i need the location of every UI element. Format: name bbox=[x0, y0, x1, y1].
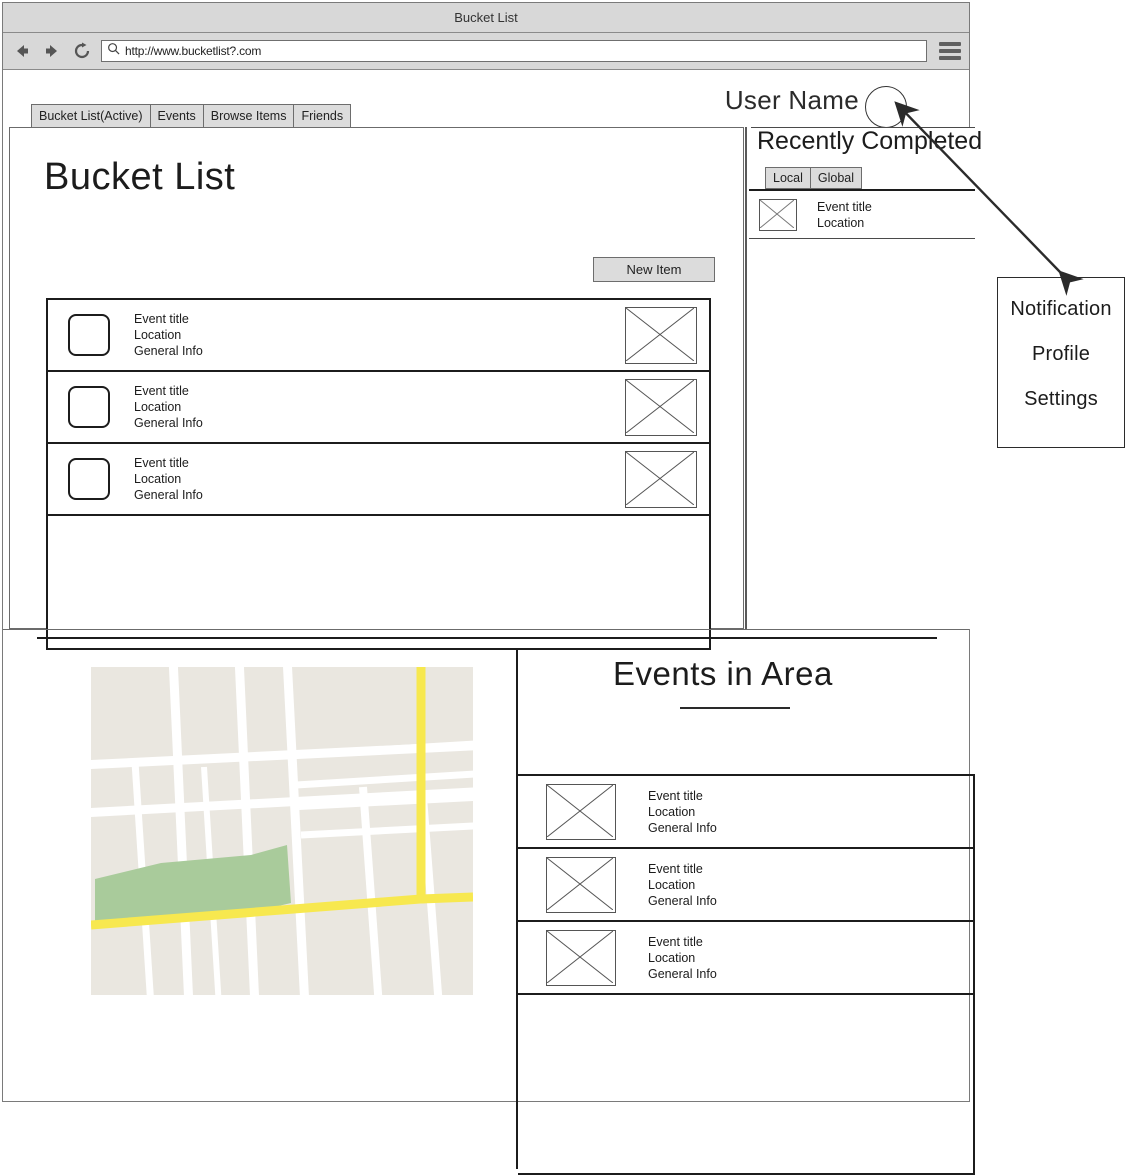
tab-global[interactable]: Global bbox=[809, 167, 863, 189]
user-menu-dropdown: Notification Profile Settings bbox=[997, 277, 1125, 448]
event-location: Location bbox=[134, 400, 182, 414]
row-text: Event title Location General Info bbox=[134, 311, 625, 359]
image-placeholder-icon bbox=[625, 450, 697, 508]
recently-completed-list: Event title Location bbox=[749, 189, 975, 239]
list-item-text: Event title Location General Info bbox=[648, 788, 717, 836]
event-info: General Info bbox=[648, 966, 717, 981]
menu-item-notification[interactable]: Notification bbox=[998, 298, 1124, 321]
event-location: Location bbox=[134, 328, 182, 342]
image-placeholder-icon bbox=[759, 198, 797, 231]
map-view[interactable] bbox=[91, 667, 473, 995]
event-title: Event title bbox=[648, 788, 703, 803]
checkbox-icon[interactable] bbox=[68, 314, 110, 356]
page-title: Bucket List bbox=[44, 156, 236, 198]
event-location: Location bbox=[817, 215, 865, 230]
reload-icon[interactable] bbox=[71, 40, 93, 62]
event-location: Location bbox=[134, 472, 182, 486]
checkbox-icon[interactable] bbox=[68, 458, 110, 500]
row-text: Event title Location General Info bbox=[134, 383, 625, 431]
tab-bucket-list[interactable]: Bucket List(Active) bbox=[31, 104, 150, 128]
nav-tabs: Bucket List(Active) Events Browse Items … bbox=[31, 104, 352, 128]
image-placeholder-icon bbox=[546, 783, 616, 840]
window-titlebar: Bucket List bbox=[3, 3, 969, 33]
image-placeholder-icon bbox=[546, 856, 616, 913]
table-row[interactable]: Event title Location General Info bbox=[48, 444, 709, 516]
section-divider bbox=[37, 637, 937, 639]
menu-item-profile[interactable]: Profile bbox=[998, 343, 1124, 366]
events-in-area-list: Event title Location General Info Event … bbox=[518, 774, 975, 1175]
sidebar-tabs: Local Global bbox=[765, 167, 863, 189]
events-in-area-panel: Events in Area Event title Location Gene… bbox=[516, 649, 975, 1175]
event-info: General Info bbox=[134, 488, 203, 502]
event-info: General Info bbox=[648, 820, 717, 835]
list-item[interactable]: Event title Location General Info bbox=[518, 922, 973, 995]
user-name-label: User Name bbox=[724, 85, 859, 115]
list-item-text: Event title Location General Info bbox=[648, 934, 717, 982]
event-info: General Info bbox=[134, 416, 203, 430]
event-title: Event title bbox=[648, 934, 703, 949]
event-title: Event title bbox=[134, 312, 189, 326]
recently-completed-panel: Recently Completed Local Global Event ti… bbox=[745, 127, 982, 629]
tab-browse-items[interactable]: Browse Items bbox=[202, 104, 294, 128]
browser-toolbar: http://www.bucketlist?.com bbox=[3, 33, 969, 70]
image-placeholder-icon bbox=[625, 306, 697, 364]
list-item-text: Event title Location General Info bbox=[648, 861, 717, 909]
new-item-button[interactable]: New Item bbox=[593, 257, 715, 282]
forward-arrow-icon[interactable] bbox=[41, 40, 63, 62]
list-item[interactable]: Event title Location General Info bbox=[518, 776, 973, 849]
bucket-list: Event title Location General Info Event … bbox=[46, 298, 711, 650]
list-item-text: Event title Location bbox=[817, 199, 872, 231]
event-info: General Info bbox=[648, 893, 717, 908]
title-underline bbox=[680, 707, 790, 709]
events-in-area-title: Events in Area bbox=[613, 655, 833, 692]
sidebar-title: Recently Completed bbox=[757, 127, 983, 155]
back-arrow-icon[interactable] bbox=[11, 40, 33, 62]
url-bar[interactable]: http://www.bucketlist?.com bbox=[101, 40, 927, 62]
list-item[interactable]: Event title Location General Info bbox=[518, 849, 973, 922]
event-title: Event title bbox=[134, 456, 189, 470]
menu-item-settings[interactable]: Settings bbox=[998, 388, 1124, 411]
search-icon bbox=[107, 42, 120, 60]
image-placeholder-icon bbox=[625, 378, 697, 436]
hamburger-menu-icon[interactable] bbox=[935, 40, 961, 62]
avatar[interactable] bbox=[865, 86, 907, 128]
divider bbox=[3, 629, 969, 630]
row-text: Event title Location General Info bbox=[134, 455, 625, 503]
events-list-empty-area bbox=[518, 995, 973, 1175]
url-text: http://www.bucketlist?.com bbox=[125, 44, 262, 58]
event-info: General Info bbox=[134, 344, 203, 358]
event-title: Event title bbox=[134, 384, 189, 398]
image-placeholder-icon bbox=[546, 929, 616, 986]
checkbox-icon[interactable] bbox=[68, 386, 110, 428]
page-viewport: Bucket List(Active) Events Browse Items … bbox=[3, 71, 982, 1175]
table-row[interactable]: Event title Location General Info bbox=[48, 300, 709, 372]
browser-window: Bucket List http://www.bucketlist?.com B… bbox=[2, 2, 982, 1175]
table-row[interactable]: Event title Location General Info bbox=[48, 372, 709, 444]
tab-local[interactable]: Local bbox=[765, 167, 810, 189]
tab-events[interactable]: Events bbox=[149, 104, 203, 128]
event-title: Event title bbox=[817, 199, 872, 214]
list-item[interactable]: Event title Location bbox=[749, 191, 975, 238]
event-location: Location bbox=[648, 804, 696, 819]
event-location: Location bbox=[648, 877, 696, 892]
bucket-list-panel: Bucket List New Item Event title Locatio… bbox=[9, 127, 744, 650]
tab-friends[interactable]: Friends bbox=[293, 104, 352, 128]
event-title: Event title bbox=[648, 861, 703, 876]
window-title: Bucket List bbox=[454, 10, 518, 25]
event-location: Location bbox=[648, 950, 696, 965]
